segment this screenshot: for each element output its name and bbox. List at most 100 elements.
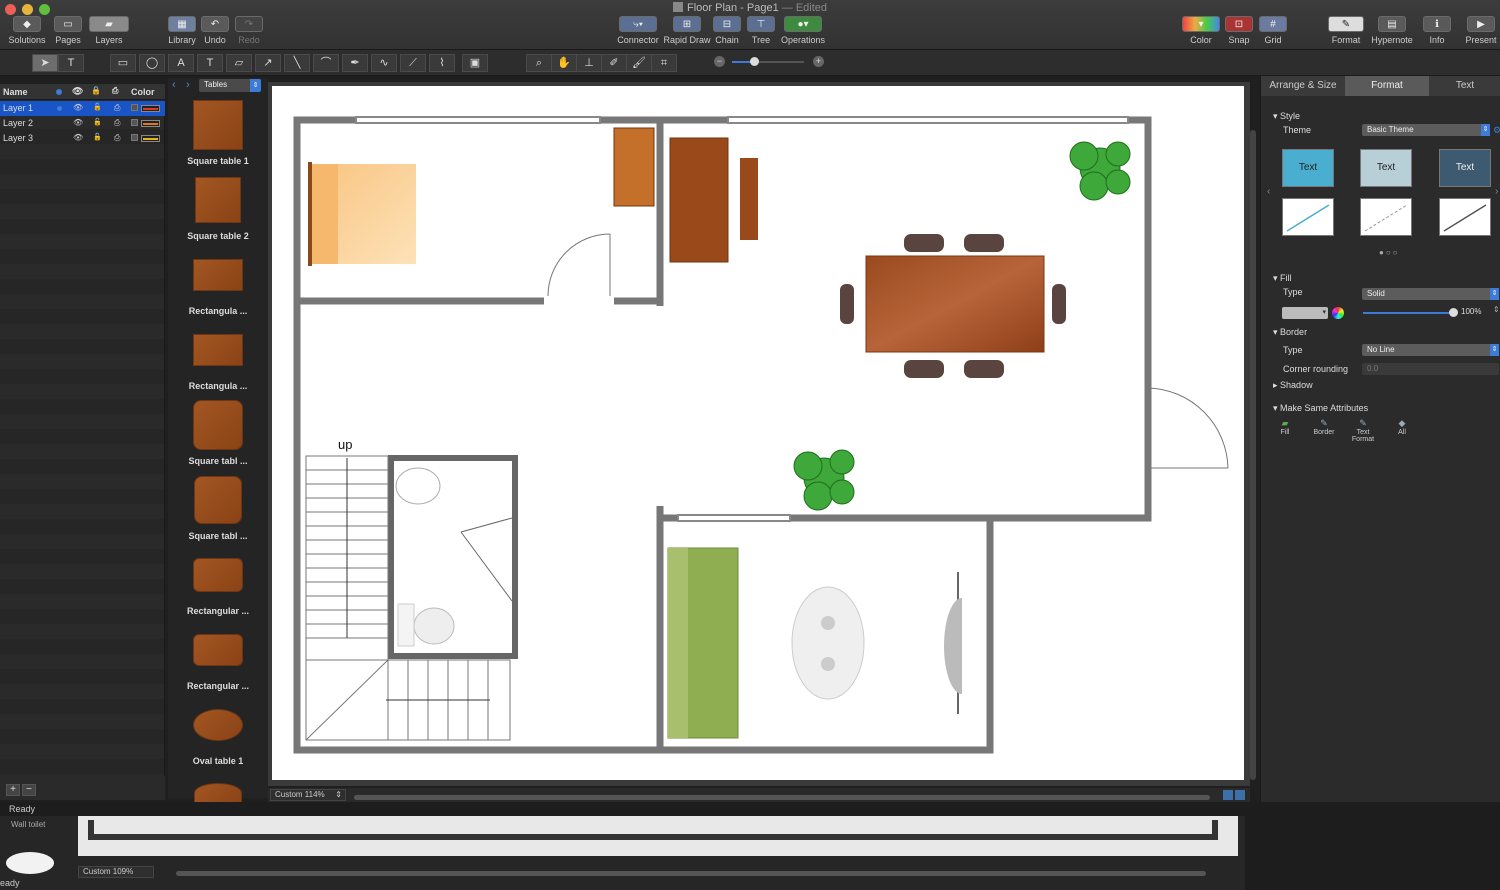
swatch-page-dots[interactable]: ●○○	[1379, 248, 1400, 257]
zoom-slider-knob[interactable]	[750, 57, 759, 66]
layer-name[interactable]: Layer 1	[3, 103, 49, 113]
library-item[interactable]: Square table 2	[168, 173, 268, 241]
rapid-draw-button[interactable]: ⊞ Rapid Draw	[662, 16, 712, 48]
layer-checkbox[interactable]	[131, 104, 138, 111]
theme-swatch-1[interactable]: Text	[1282, 149, 1334, 187]
color-button[interactable]: ▾ Color	[1180, 16, 1222, 48]
layer-row[interactable]: Layer 2 👁 🔓 ⎙	[0, 116, 165, 131]
rectangle-tool-icon[interactable]: ▭	[110, 54, 136, 72]
format-button[interactable]: ✎ Format	[1326, 16, 1366, 48]
connector-button[interactable]: ⤷▾ Connector	[616, 16, 660, 48]
print-icon[interactable]: ⎙	[114, 103, 120, 113]
opacity-slider-knob[interactable]	[1449, 308, 1458, 317]
library-item[interactable]: Rectangula ...	[168, 248, 268, 316]
zoom-slider[interactable]	[732, 61, 804, 63]
zoom-in-icon[interactable]: +	[813, 56, 824, 67]
theme-settings-icon[interactable]: ⚙	[1493, 125, 1500, 136]
page-prev-icon[interactable]	[1223, 790, 1233, 800]
text-select-tool-icon[interactable]: T	[58, 54, 84, 72]
tab-text[interactable]: Text	[1429, 76, 1500, 96]
ellipse-tool-icon[interactable]: ◯	[139, 54, 165, 72]
fill-color-well[interactable]: ▾	[1282, 307, 1328, 319]
undo-button[interactable]: ↶ Undo	[200, 16, 230, 48]
library-back-icon[interactable]: ‹	[172, 79, 176, 91]
library-item[interactable]: Square tabl ...	[168, 398, 268, 466]
remove-layer-button[interactable]: −	[22, 784, 36, 796]
text-box-tool-icon[interactable]: T	[197, 54, 223, 72]
line-tool-icon[interactable]: ╲	[284, 54, 310, 72]
opacity-slider[interactable]	[1363, 312, 1455, 314]
solutions-button[interactable]: ◆ Solutions	[6, 16, 48, 48]
arc-tool-icon[interactable]: ⌒	[313, 54, 339, 72]
pen-tool-icon[interactable]: ✒	[342, 54, 368, 72]
make-same-fill-button[interactable]: ▰ Fill	[1269, 418, 1301, 436]
callout-tool-icon[interactable]: ▱	[226, 54, 252, 72]
print-icon[interactable]: ⎙	[114, 118, 120, 128]
stamp-tool-icon[interactable]: ⊥	[576, 54, 602, 72]
add-layer-button[interactable]: +	[6, 784, 20, 796]
eye-icon[interactable]: 👁	[73, 133, 83, 142]
opacity-stepper[interactable]: ⇕	[1493, 305, 1500, 314]
print-icon[interactable]: ⎙	[114, 133, 120, 143]
snap-button[interactable]: ⊡ Snap	[1224, 16, 1254, 48]
fill-section-toggle[interactable]: ▾ Fill	[1273, 273, 1292, 284]
vertical-scrollbar[interactable]	[1250, 130, 1256, 780]
line-swatch-2[interactable]	[1360, 198, 1412, 236]
chain-button[interactable]: ⊟ Chain	[712, 16, 742, 48]
freehand-tool-icon[interactable]: ⌇	[429, 54, 455, 72]
swatch-prev-icon[interactable]: ‹	[1267, 186, 1270, 197]
make-same-section-toggle[interactable]: ▾ Make Same Attributes	[1273, 403, 1368, 414]
layer-name[interactable]: Layer 3	[3, 133, 49, 143]
shadow-section-toggle[interactable]: ▸ Shadow	[1273, 380, 1313, 391]
theme-swatch-2[interactable]: Text	[1360, 149, 1412, 187]
library-item[interactable]: Rectangular ...	[168, 548, 268, 616]
tab-arrange-size[interactable]: Arrange & Size	[1261, 76, 1345, 96]
zoom-select[interactable]: Custom 114% ⇕	[270, 789, 346, 801]
polyline-tool-icon[interactable]: ⟋	[400, 54, 426, 72]
layer-color-swatch[interactable]	[141, 135, 160, 142]
arrow-tool-icon[interactable]: ↗	[255, 54, 281, 72]
eye-icon[interactable]: 👁	[73, 103, 83, 112]
grid-button[interactable]: # Grid	[1258, 16, 1288, 48]
lock-icon[interactable]: 🔓	[93, 133, 102, 141]
background-zoom-select[interactable]: Custom 109%	[78, 866, 154, 878]
image-tool-icon[interactable]: ▣	[462, 54, 488, 72]
redo-button[interactable]: ↷ Redo	[234, 16, 264, 48]
make-same-all-button[interactable]: ◆ All	[1386, 418, 1418, 436]
line-swatch-3[interactable]	[1439, 198, 1491, 236]
layer-checkbox[interactable]	[131, 134, 138, 141]
library-button[interactable]: ▦ Library	[166, 16, 198, 48]
text-tool-icon[interactable]: A	[168, 54, 194, 72]
layers-button[interactable]: ▰ Layers	[86, 16, 132, 48]
hand-tool-icon[interactable]: ✋	[551, 54, 577, 72]
theme-select[interactable]: Basic Theme ⇕	[1362, 124, 1490, 136]
make-same-border-button[interactable]: ✎ Border	[1308, 418, 1340, 436]
info-button[interactable]: ℹ Info	[1420, 16, 1454, 48]
layer-color-swatch[interactable]	[141, 105, 160, 112]
lock-icon[interactable]: 🔓	[93, 103, 102, 111]
bezier-tool-icon[interactable]: ∿	[371, 54, 397, 72]
eyedropper-tool-icon[interactable]: ✐	[601, 54, 627, 72]
color-wheel-icon[interactable]	[1332, 307, 1344, 319]
pages-button[interactable]: ▭ Pages	[50, 16, 86, 48]
layer-row[interactable]: Layer 1 👁 🔓 ⎙	[0, 101, 165, 116]
page-next-icon[interactable]	[1235, 790, 1245, 800]
line-swatch-1[interactable]	[1282, 198, 1334, 236]
library-item[interactable]: Oval table 1	[168, 698, 268, 766]
layer-checkbox[interactable]	[131, 119, 138, 126]
library-item[interactable]: Square tabl ...	[168, 473, 268, 541]
style-section-toggle[interactable]: ▾ Style	[1273, 111, 1300, 122]
make-same-text-format-button[interactable]: ✎ Text Format	[1347, 418, 1379, 443]
format-painter-tool-icon[interactable]: 🖌	[626, 54, 652, 72]
eye-icon[interactable]: 👁	[73, 118, 83, 127]
border-type-select[interactable]: No Line ⇕	[1362, 344, 1499, 356]
horizontal-scrollbar[interactable]	[354, 795, 1210, 800]
present-button[interactable]: ▶ Present	[1462, 16, 1500, 48]
layer-name[interactable]: Layer 2	[3, 118, 49, 128]
drawing-canvas[interactable]: up	[272, 86, 1244, 780]
crop-tool-icon[interactable]: ⌗	[651, 54, 677, 72]
border-section-toggle[interactable]: ▾ Border	[1273, 327, 1307, 338]
operations-button[interactable]: ●▾ Operations	[780, 16, 826, 48]
library-category-select[interactable]: Tables ⇕	[199, 79, 261, 92]
corner-rounding-field[interactable]: 0.0	[1362, 363, 1499, 375]
